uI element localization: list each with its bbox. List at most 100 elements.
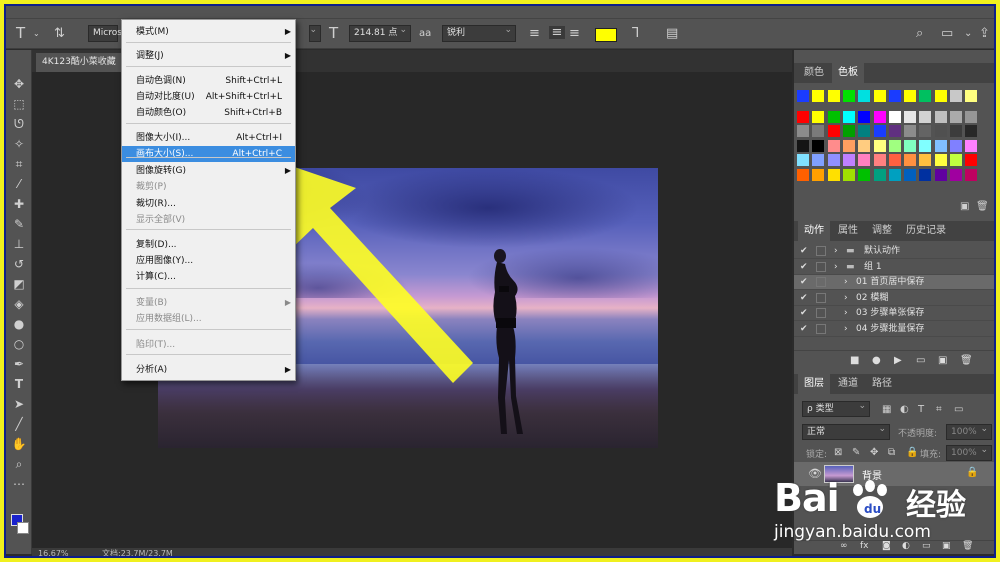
background-color-swatch[interactable]	[17, 522, 29, 534]
color-swatch[interactable]	[812, 110, 825, 123]
new-action-icon[interactable]: ▣	[938, 355, 947, 366]
dialog-toggle[interactable]	[816, 246, 826, 256]
color-swatch[interactable]	[812, 125, 825, 137]
color-swatch[interactable]	[919, 90, 932, 102]
menu-item[interactable]: 复制(D)...	[122, 237, 295, 253]
dialog-toggle[interactable]	[816, 323, 826, 334]
expand-chevron-icon[interactable]: ›	[844, 306, 848, 321]
stamp-tool-icon[interactable]: ⊥	[9, 234, 29, 254]
color-swatch[interactable]	[873, 154, 886, 166]
opacity-field[interactable]: 100%	[946, 422, 992, 440]
tab-adjustments[interactable]: 调整	[866, 221, 898, 241]
text-orientation-icon[interactable]: ⇅	[54, 27, 65, 40]
color-swatch[interactable]	[904, 110, 917, 123]
path-selection-tool-icon[interactable]: ➤	[9, 394, 29, 414]
new-set-icon[interactable]: ▭	[916, 355, 925, 366]
hand-tool-icon[interactable]: ✋	[9, 434, 29, 454]
color-swatch[interactable]	[904, 139, 917, 152]
color-swatch[interactable]	[812, 154, 825, 166]
color-swatch[interactable]	[797, 154, 809, 166]
paint-bucket-tool-icon[interactable]: ◈	[9, 294, 29, 314]
lock-position-icon[interactable]: ✥	[870, 446, 878, 459]
color-swatch[interactable]	[934, 125, 947, 137]
document-tab[interactable]: 4K123酷小菜收藏	[36, 53, 128, 72]
color-swatch[interactable]	[904, 168, 917, 181]
color-swatch[interactable]	[919, 168, 932, 181]
color-swatch[interactable]	[919, 125, 932, 137]
color-swatch[interactable]	[858, 139, 871, 152]
move-tool-icon[interactable]: ✥	[9, 74, 29, 94]
expand-chevron-icon[interactable]: ›	[844, 291, 848, 306]
color-swatch[interactable]	[812, 139, 825, 152]
lock-pixels-icon[interactable]: ✎	[852, 446, 860, 459]
record-icon[interactable]: ●	[872, 355, 881, 366]
color-swatch[interactable]	[965, 168, 978, 181]
color-swatch[interactable]	[950, 90, 962, 102]
dodge-tool-icon[interactable]: ○	[9, 334, 29, 354]
expand-chevron-icon[interactable]: ›	[844, 275, 848, 290]
color-swatch[interactable]	[812, 90, 825, 102]
menu-item[interactable]: 模式(M) ▶	[122, 24, 295, 40]
color-swatch[interactable]	[827, 139, 840, 152]
color-swatch[interactable]	[842, 168, 855, 181]
color-swatch[interactable]	[858, 90, 871, 102]
healing-brush-tool-icon[interactable]: ✚	[9, 194, 29, 214]
color-swatch[interactable]	[873, 139, 886, 152]
shape-filter-icon[interactable]: ⌗	[936, 403, 942, 416]
lock-artboard-icon[interactable]: ⧉	[888, 446, 895, 459]
color-swatch[interactable]	[888, 154, 901, 166]
adjust-filter-icon[interactable]: ◐	[900, 403, 909, 416]
dialog-toggle[interactable]	[816, 277, 826, 287]
dialog-toggle[interactable]	[816, 308, 826, 318]
color-swatch[interactable]	[950, 168, 962, 181]
antialias-select[interactable]: 锐利	[442, 23, 516, 42]
lasso-tool-icon[interactable]: ᘎ	[9, 114, 29, 134]
action-row[interactable]: ✔ › 04 步骤批量保存	[794, 322, 994, 337]
color-swatch[interactable]	[904, 90, 917, 102]
color-swatch[interactable]	[965, 110, 978, 123]
color-swatch[interactable]	[842, 90, 855, 102]
brush-tool-icon[interactable]: ✎	[9, 214, 29, 234]
share-icon[interactable]: ⇪	[979, 27, 990, 40]
dialog-toggle[interactable]	[816, 261, 826, 272]
font-style-select[interactable]	[309, 23, 321, 42]
check-icon[interactable]: ✔	[800, 260, 808, 275]
color-swatch[interactable]	[888, 90, 901, 102]
crop-tool-icon[interactable]: ⌗	[9, 154, 29, 174]
color-swatch[interactable]	[919, 139, 932, 152]
color-swatch[interactable]	[842, 125, 855, 137]
color-swatch[interactable]	[842, 154, 855, 166]
type-tool-icon[interactable]: T	[9, 374, 29, 394]
line-tool-icon[interactable]: ╱	[9, 414, 29, 434]
fill-field[interactable]: 100%	[946, 443, 992, 461]
color-swatch[interactable]	[950, 125, 962, 137]
blend-mode-select[interactable]: 正常	[802, 422, 890, 440]
color-swatch[interactable]	[965, 125, 978, 137]
action-row[interactable]: ✔ › 02 模糊	[794, 291, 994, 306]
color-swatch[interactable]	[827, 168, 840, 181]
action-row[interactable]: ✔ › ▬ 组 1	[794, 260, 994, 275]
color-swatch[interactable]	[965, 154, 978, 166]
new-swatch-icon[interactable]: ▣	[960, 200, 969, 213]
color-swatch[interactable]	[873, 110, 886, 123]
workspace-chevron-icon[interactable]: ⌄	[964, 27, 972, 40]
action-row[interactable]: ✔ › 01 首页居中保存	[794, 275, 994, 290]
type-filter-icon[interactable]: T	[918, 403, 924, 416]
tab-paths[interactable]: 路径	[866, 374, 898, 394]
warp-text-icon[interactable]: Ꞁ	[632, 27, 639, 40]
color-swatch[interactable]	[827, 154, 840, 166]
color-swatch[interactable]	[842, 139, 855, 152]
color-swatch[interactable]	[934, 139, 947, 152]
tab-channels[interactable]: 通道	[832, 374, 864, 394]
eraser-tool-icon[interactable]: ◩	[9, 274, 29, 294]
lock-all-icon[interactable]: 🔒	[906, 446, 918, 459]
check-icon[interactable]: ✔	[800, 322, 808, 337]
color-swatch[interactable]	[919, 110, 932, 123]
color-swatch[interactable]	[888, 139, 901, 152]
color-swatch[interactable]	[950, 110, 962, 123]
tab-history[interactable]: 历史记录	[900, 221, 952, 241]
search-icon[interactable]: ⌕	[916, 27, 923, 40]
chevron-down-icon[interactable]: ⌄	[33, 27, 40, 40]
menu-item[interactable]: 裁切(R)...	[122, 196, 295, 212]
marquee-tool-icon[interactable]: ⬚	[9, 94, 29, 114]
